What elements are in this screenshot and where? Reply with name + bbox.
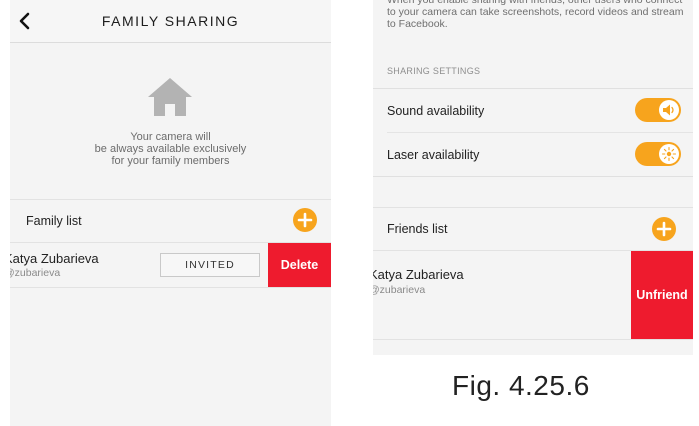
figure-caption: Fig. 4.25.6: [452, 370, 590, 401]
sharing-description: When you enable sharing with friends, ot…: [387, 0, 684, 30]
family-list-row: Family list: [10, 199, 331, 243]
friends-list-label: Friends list: [387, 222, 448, 236]
nav-header: FAMILY SHARING: [10, 0, 331, 43]
info-line: be always available exclusively: [94, 143, 247, 155]
page-title: FAMILY SHARING: [101, 13, 240, 29]
house-icon: [148, 78, 192, 116]
family-list-label: Family list: [26, 214, 82, 228]
friends-list-row: Friends list: [373, 207, 693, 251]
section-header: SHARING SETTINGS: [387, 66, 481, 76]
member-name: Katya Zubarieva: [10, 251, 99, 266]
add-friend-icon[interactable]: [652, 217, 676, 241]
friend-row[interactable]: Katya Zubarieva @zubarieva Unfriend: [373, 251, 693, 340]
friend-handle: @zubarieva: [373, 284, 426, 296]
unfriend-button[interactable]: Unfriend: [631, 251, 693, 339]
sound-availability-label: Sound availability: [387, 104, 485, 118]
info-line: Your camera will: [130, 131, 211, 143]
member-handle: @zubarieva: [10, 267, 61, 279]
info-line: for your family members: [111, 155, 230, 167]
sound-availability-toggle[interactable]: [635, 98, 681, 122]
info-message: Your camera will be always available exc…: [10, 131, 331, 167]
family-sharing-screen: FAMILY SHARING Your camera will be alway…: [10, 0, 331, 426]
laser-icon: [661, 146, 677, 162]
laser-availability-toggle[interactable]: [635, 142, 681, 166]
sharing-settings-list: Sound availability Laser availability: [373, 88, 693, 177]
invited-status-button[interactable]: INVITED: [160, 253, 260, 277]
speaker-icon: [663, 104, 674, 116]
toggle-knob: [659, 144, 679, 164]
laser-availability-label: Laser availability: [387, 148, 480, 162]
sharing-settings-screen: When you enable sharing with friends, ot…: [373, 0, 693, 355]
add-family-member-icon[interactable]: [293, 208, 317, 232]
friend-name: Katya Zubarieva: [373, 267, 464, 282]
divider: [387, 132, 693, 133]
toggle-knob: [659, 100, 679, 120]
delete-button[interactable]: Delete: [268, 243, 331, 287]
family-member-row[interactable]: Katya Zubarieva @zubarieva INVITED Delet…: [10, 243, 331, 288]
